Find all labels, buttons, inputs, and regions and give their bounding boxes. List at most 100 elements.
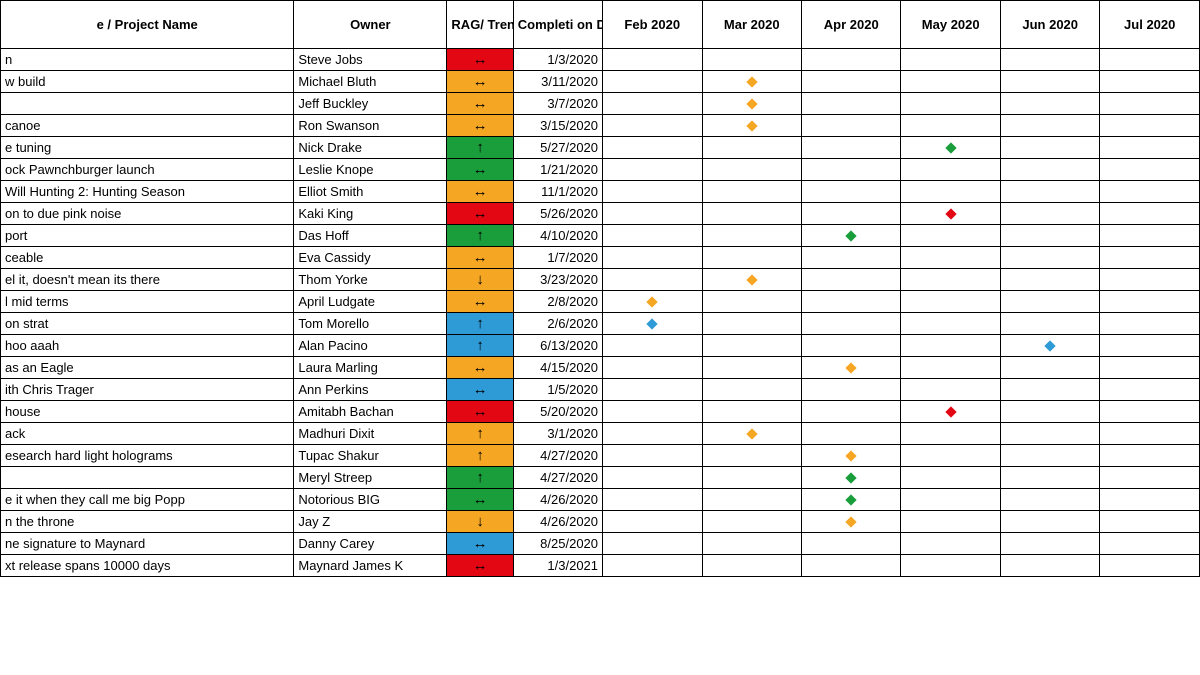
table-row[interactable]: e it when they call me big PoppNotorious… — [1, 489, 1200, 511]
cell-month[interactable] — [1000, 313, 1099, 335]
cell-month[interactable] — [801, 115, 900, 137]
cell-month[interactable] — [801, 423, 900, 445]
cell-month[interactable] — [1000, 401, 1099, 423]
cell-month[interactable] — [801, 137, 900, 159]
cell-month[interactable] — [901, 71, 1000, 93]
cell-month[interactable] — [702, 335, 801, 357]
cell-month[interactable] — [1000, 555, 1099, 577]
table-row[interactable]: el it, doesn't mean its thereThom Yorke↓… — [1, 269, 1200, 291]
cell-month[interactable] — [702, 71, 801, 93]
cell-project[interactable]: ceable — [1, 247, 294, 269]
cell-month[interactable] — [702, 115, 801, 137]
cell-rag-trend[interactable]: ↔ — [447, 159, 513, 181]
header-date[interactable]: Completi on Date — [513, 1, 602, 49]
cell-owner[interactable]: Jay Z — [294, 511, 447, 533]
cell-month[interactable] — [1100, 181, 1200, 203]
cell-owner[interactable]: Danny Carey — [294, 533, 447, 555]
cell-month[interactable] — [1100, 445, 1200, 467]
cell-month[interactable] — [1000, 489, 1099, 511]
cell-month[interactable] — [702, 357, 801, 379]
header-rag[interactable]: RAG/ Trend — [447, 1, 513, 49]
cell-owner[interactable]: Tupac Shakur — [294, 445, 447, 467]
cell-month[interactable] — [603, 445, 702, 467]
cell-rag-trend[interactable]: ↔ — [447, 181, 513, 203]
cell-month[interactable] — [603, 137, 702, 159]
cell-project[interactable]: as an Eagle — [1, 357, 294, 379]
cell-project[interactable]: n — [1, 49, 294, 71]
cell-month[interactable] — [702, 401, 801, 423]
cell-month[interactable] — [1000, 71, 1099, 93]
cell-month[interactable] — [1100, 137, 1200, 159]
cell-rag-trend[interactable]: ↑ — [447, 445, 513, 467]
cell-project[interactable]: house — [1, 401, 294, 423]
cell-month[interactable] — [702, 181, 801, 203]
cell-project[interactable]: ith Chris Trager — [1, 379, 294, 401]
cell-month[interactable] — [801, 291, 900, 313]
cell-project[interactable]: l mid terms — [1, 291, 294, 313]
table-row[interactable]: ith Chris TragerAnn Perkins↔1/5/2020 — [1, 379, 1200, 401]
cell-project[interactable]: e tuning — [1, 137, 294, 159]
cell-project[interactable]: Will Hunting 2: Hunting Season — [1, 181, 294, 203]
cell-rag-trend[interactable]: ↔ — [447, 49, 513, 71]
cell-month[interactable] — [603, 159, 702, 181]
cell-project[interactable]: esearch hard light holograms — [1, 445, 294, 467]
cell-month[interactable] — [1100, 511, 1200, 533]
cell-month[interactable] — [1000, 423, 1099, 445]
cell-month[interactable] — [1000, 93, 1099, 115]
cell-completion-date[interactable]: 5/26/2020 — [513, 203, 602, 225]
cell-rag-trend[interactable]: ↔ — [447, 489, 513, 511]
cell-completion-date[interactable]: 6/13/2020 — [513, 335, 602, 357]
cell-month[interactable] — [901, 555, 1000, 577]
cell-owner[interactable]: Notorious BIG — [294, 489, 447, 511]
cell-month[interactable] — [603, 269, 702, 291]
cell-month[interactable] — [1000, 247, 1099, 269]
table-row[interactable]: ceableEva Cassidy↔1/7/2020 — [1, 247, 1200, 269]
table-row[interactable]: w buildMichael Bluth↔3/11/2020 — [1, 71, 1200, 93]
cell-month[interactable] — [901, 533, 1000, 555]
cell-completion-date[interactable]: 1/5/2020 — [513, 379, 602, 401]
table-row[interactable]: l mid termsApril Ludgate↔2/8/2020 — [1, 291, 1200, 313]
cell-completion-date[interactable]: 5/27/2020 — [513, 137, 602, 159]
cell-month[interactable] — [702, 159, 801, 181]
cell-month[interactable] — [603, 511, 702, 533]
cell-month[interactable] — [702, 93, 801, 115]
cell-completion-date[interactable]: 2/6/2020 — [513, 313, 602, 335]
cell-owner[interactable]: Michael Bluth — [294, 71, 447, 93]
cell-rag-trend[interactable]: ↑ — [447, 137, 513, 159]
table-row[interactable]: houseAmitabh Bachan↔5/20/2020 — [1, 401, 1200, 423]
cell-month[interactable] — [603, 357, 702, 379]
cell-rag-trend[interactable]: ↔ — [447, 379, 513, 401]
cell-month[interactable] — [603, 313, 702, 335]
cell-month[interactable] — [1000, 269, 1099, 291]
cell-month[interactable] — [603, 203, 702, 225]
cell-completion-date[interactable]: 1/3/2020 — [513, 49, 602, 71]
table-row[interactable]: Meryl Streep↑4/27/2020 — [1, 467, 1200, 489]
cell-month[interactable] — [702, 225, 801, 247]
cell-project[interactable]: canoe — [1, 115, 294, 137]
cell-month[interactable] — [702, 533, 801, 555]
cell-month[interactable] — [901, 247, 1000, 269]
cell-month[interactable] — [603, 335, 702, 357]
cell-month[interactable] — [1000, 467, 1099, 489]
cell-project[interactable]: port — [1, 225, 294, 247]
header-month-apr[interactable]: Apr 2020 — [801, 1, 900, 49]
cell-month[interactable] — [603, 291, 702, 313]
cell-completion-date[interactable]: 3/23/2020 — [513, 269, 602, 291]
table-row[interactable]: hoo aaahAlan Pacino↑6/13/2020 — [1, 335, 1200, 357]
cell-month[interactable] — [1000, 533, 1099, 555]
cell-completion-date[interactable]: 5/20/2020 — [513, 401, 602, 423]
cell-month[interactable] — [702, 137, 801, 159]
cell-month[interactable] — [1100, 225, 1200, 247]
header-month-jun[interactable]: Jun 2020 — [1000, 1, 1099, 49]
table-row[interactable]: portDas Hoff↑4/10/2020 — [1, 225, 1200, 247]
cell-project[interactable] — [1, 93, 294, 115]
cell-month[interactable] — [1100, 313, 1200, 335]
cell-month[interactable] — [1000, 335, 1099, 357]
cell-month[interactable] — [1000, 225, 1099, 247]
cell-month[interactable] — [801, 203, 900, 225]
cell-month[interactable] — [901, 159, 1000, 181]
cell-month[interactable] — [603, 49, 702, 71]
cell-month[interactable] — [801, 313, 900, 335]
cell-month[interactable] — [801, 93, 900, 115]
cell-month[interactable] — [801, 401, 900, 423]
